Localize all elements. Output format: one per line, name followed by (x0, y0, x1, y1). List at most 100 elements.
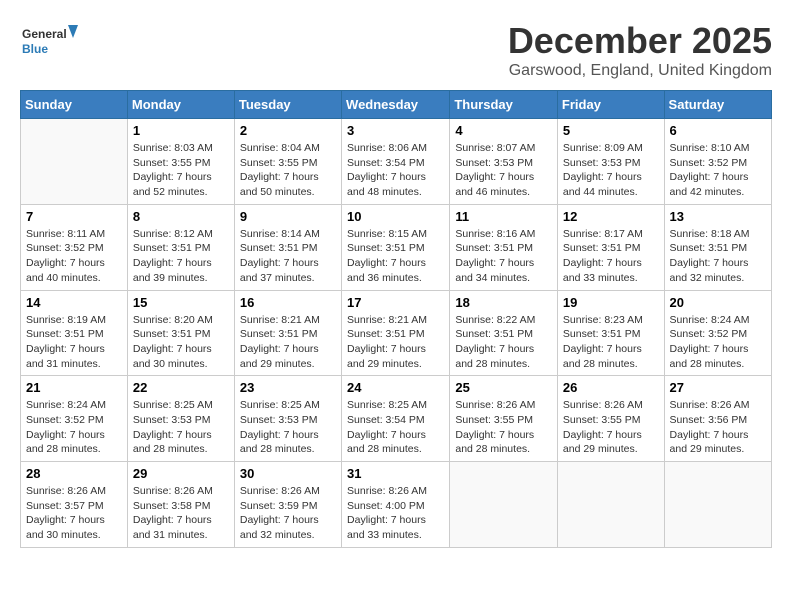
table-row (450, 462, 558, 548)
header-saturday: Saturday (664, 91, 771, 119)
cell-content: Sunrise: 8:22 AMSunset: 3:51 PMDaylight:… (455, 313, 552, 372)
cell-content: Sunrise: 8:26 AMSunset: 3:58 PMDaylight:… (133, 484, 229, 543)
cell-content: Sunrise: 8:15 AMSunset: 3:51 PMDaylight:… (347, 227, 444, 286)
cell-content: Sunrise: 8:26 AMSunset: 3:57 PMDaylight:… (26, 484, 122, 543)
table-row: 28 Sunrise: 8:26 AMSunset: 3:57 PMDayligh… (21, 462, 128, 548)
day-number: 30 (240, 466, 336, 481)
day-number: 9 (240, 209, 336, 224)
day-number: 15 (133, 295, 229, 310)
day-number: 23 (240, 380, 336, 395)
calendar-header-row: Sunday Monday Tuesday Wednesday Thursday… (21, 91, 772, 119)
header-friday: Friday (557, 91, 664, 119)
cell-content: Sunrise: 8:26 AMSunset: 3:56 PMDaylight:… (670, 398, 766, 457)
logo: General Blue (20, 20, 80, 65)
page-header: General Blue December 2025 Garswood, Eng… (20, 20, 772, 80)
table-row: 8Sunrise: 8:12 AMSunset: 3:51 PMDaylight… (127, 204, 234, 290)
table-row: 22 Sunrise: 8:25 AMSunset: 3:53 PMDayligh… (127, 376, 234, 462)
header-thursday: Thursday (450, 91, 558, 119)
cell-content: Sunrise: 8:25 AMSunset: 3:53 PMDaylight:… (133, 398, 229, 457)
table-row (664, 462, 771, 548)
day-number: 26 (563, 380, 659, 395)
table-row: 23 Sunrise: 8:25 AMSunset: 3:53 PMDayligh… (234, 376, 341, 462)
calendar-week-row: 1Sunrise: 8:03 AMSunset: 3:55 PMDaylight… (21, 119, 772, 205)
cell-content: Sunrise: 8:24 AMSunset: 3:52 PMDaylight:… (670, 313, 766, 372)
cell-content: Sunrise: 8:09 AMSunset: 3:53 PMDaylight:… (563, 141, 659, 200)
table-row: 17 Sunrise: 8:21 AMSunset: 3:51 PMDayligh… (342, 290, 450, 376)
cell-content: Sunrise: 8:16 AMSunset: 3:51 PMDaylight:… (455, 227, 552, 286)
header-sunday: Sunday (21, 91, 128, 119)
day-number: 24 (347, 380, 444, 395)
table-row: 2Sunrise: 8:04 AMSunset: 3:55 PMDaylight… (234, 119, 341, 205)
day-number: 7 (26, 209, 122, 224)
calendar-week-row: 14Sunrise: 8:19 AMSunset: 3:51 PMDayligh… (21, 290, 772, 376)
day-number: 4 (455, 123, 552, 138)
table-row: 14Sunrise: 8:19 AMSunset: 3:51 PMDayligh… (21, 290, 128, 376)
day-number: 13 (670, 209, 766, 224)
table-row: 24Sunrise: 8:25 AMSunset: 3:54 PMDayligh… (342, 376, 450, 462)
table-row (21, 119, 128, 205)
cell-content: Sunrise: 8:14 AMSunset: 3:51 PMDaylight:… (240, 227, 336, 286)
table-row: 7 Sunrise: 8:11 AMSunset: 3:52 PMDaylight… (21, 204, 128, 290)
table-row: 10 Sunrise: 8:15 AMSunset: 3:51 PMDayligh… (342, 204, 450, 290)
day-number: 17 (347, 295, 444, 310)
table-row: 16 Sunrise: 8:21 AMSunset: 3:51 PMDayligh… (234, 290, 341, 376)
cell-content: Sunrise: 8:20 AMSunset: 3:51 PMDaylight:… (133, 313, 229, 372)
cell-content: Sunrise: 8:07 AMSunset: 3:53 PMDaylight:… (455, 141, 552, 200)
day-number: 1 (133, 123, 229, 138)
table-row: 27Sunrise: 8:26 AMSunset: 3:56 PMDayligh… (664, 376, 771, 462)
table-row: 5 Sunrise: 8:09 AMSunset: 3:53 PMDaylight… (557, 119, 664, 205)
calendar-week-row: 28 Sunrise: 8:26 AMSunset: 3:57 PMDayligh… (21, 462, 772, 548)
table-row: 11 Sunrise: 8:16 AMSunset: 3:51 PMDayligh… (450, 204, 558, 290)
day-number: 14 (26, 295, 122, 310)
cell-content: Sunrise: 8:26 AMSunset: 3:55 PMDaylight:… (563, 398, 659, 457)
cell-content: Sunrise: 8:18 AMSunset: 3:51 PMDaylight:… (670, 227, 766, 286)
day-number: 19 (563, 295, 659, 310)
table-row: 29 Sunrise: 8:26 AMSunset: 3:58 PMDayligh… (127, 462, 234, 548)
cell-content: Sunrise: 8:04 AMSunset: 3:55 PMDaylight:… (240, 141, 336, 200)
calendar-week-row: 21Sunrise: 8:24 AMSunset: 3:52 PMDayligh… (21, 376, 772, 462)
location-subtitle: Garswood, England, United Kingdom (508, 62, 772, 80)
table-row (557, 462, 664, 548)
day-number: 22 (133, 380, 229, 395)
calendar-table: Sunday Monday Tuesday Wednesday Thursday… (20, 90, 772, 548)
table-row: 21Sunrise: 8:24 AMSunset: 3:52 PMDayligh… (21, 376, 128, 462)
table-row: 12Sunrise: 8:17 AMSunset: 3:51 PMDayligh… (557, 204, 664, 290)
table-row: 19 Sunrise: 8:23 AMSunset: 3:51 PMDayligh… (557, 290, 664, 376)
table-row: 1Sunrise: 8:03 AMSunset: 3:55 PMDaylight… (127, 119, 234, 205)
day-number: 18 (455, 295, 552, 310)
day-number: 11 (455, 209, 552, 224)
calendar-week-row: 7 Sunrise: 8:11 AMSunset: 3:52 PMDaylight… (21, 204, 772, 290)
table-row: 6Sunrise: 8:10 AMSunset: 3:52 PMDaylight… (664, 119, 771, 205)
svg-text:Blue: Blue (22, 42, 48, 56)
table-row: 26 Sunrise: 8:26 AMSunset: 3:55 PMDayligh… (557, 376, 664, 462)
day-number: 16 (240, 295, 336, 310)
table-row: 15 Sunrise: 8:20 AMSunset: 3:51 PMDayligh… (127, 290, 234, 376)
header-wednesday: Wednesday (342, 91, 450, 119)
cell-content: Sunrise: 8:25 AMSunset: 3:53 PMDaylight:… (240, 398, 336, 457)
logo-svg: General Blue (20, 20, 80, 65)
day-number: 12 (563, 209, 659, 224)
day-number: 29 (133, 466, 229, 481)
table-row: 9 Sunrise: 8:14 AMSunset: 3:51 PMDaylight… (234, 204, 341, 290)
cell-content: Sunrise: 8:21 AMSunset: 3:51 PMDaylight:… (347, 313, 444, 372)
header-monday: Monday (127, 91, 234, 119)
table-row: 3 Sunrise: 8:06 AMSunset: 3:54 PMDaylight… (342, 119, 450, 205)
cell-content: Sunrise: 8:23 AMSunset: 3:51 PMDaylight:… (563, 313, 659, 372)
cell-content: Sunrise: 8:10 AMSunset: 3:52 PMDaylight:… (670, 141, 766, 200)
table-row: 4 Sunrise: 8:07 AMSunset: 3:53 PMDaylight… (450, 119, 558, 205)
svg-text:General: General (22, 27, 67, 41)
cell-content: Sunrise: 8:26 AMSunset: 3:55 PMDaylight:… (455, 398, 552, 457)
table-row: 20Sunrise: 8:24 AMSunset: 3:52 PMDayligh… (664, 290, 771, 376)
table-row: 30Sunrise: 8:26 AMSunset: 3:59 PMDayligh… (234, 462, 341, 548)
cell-content: Sunrise: 8:11 AMSunset: 3:52 PMDaylight:… (26, 227, 122, 286)
day-number: 8 (133, 209, 229, 224)
day-number: 31 (347, 466, 444, 481)
day-number: 10 (347, 209, 444, 224)
table-row: 31Sunrise: 8:26 AMSunset: 4:00 PMDayligh… (342, 462, 450, 548)
day-number: 28 (26, 466, 122, 481)
month-title: December 2025 (508, 20, 772, 62)
cell-content: Sunrise: 8:06 AMSunset: 3:54 PMDaylight:… (347, 141, 444, 200)
cell-content: Sunrise: 8:21 AMSunset: 3:51 PMDaylight:… (240, 313, 336, 372)
day-number: 3 (347, 123, 444, 138)
day-number: 5 (563, 123, 659, 138)
